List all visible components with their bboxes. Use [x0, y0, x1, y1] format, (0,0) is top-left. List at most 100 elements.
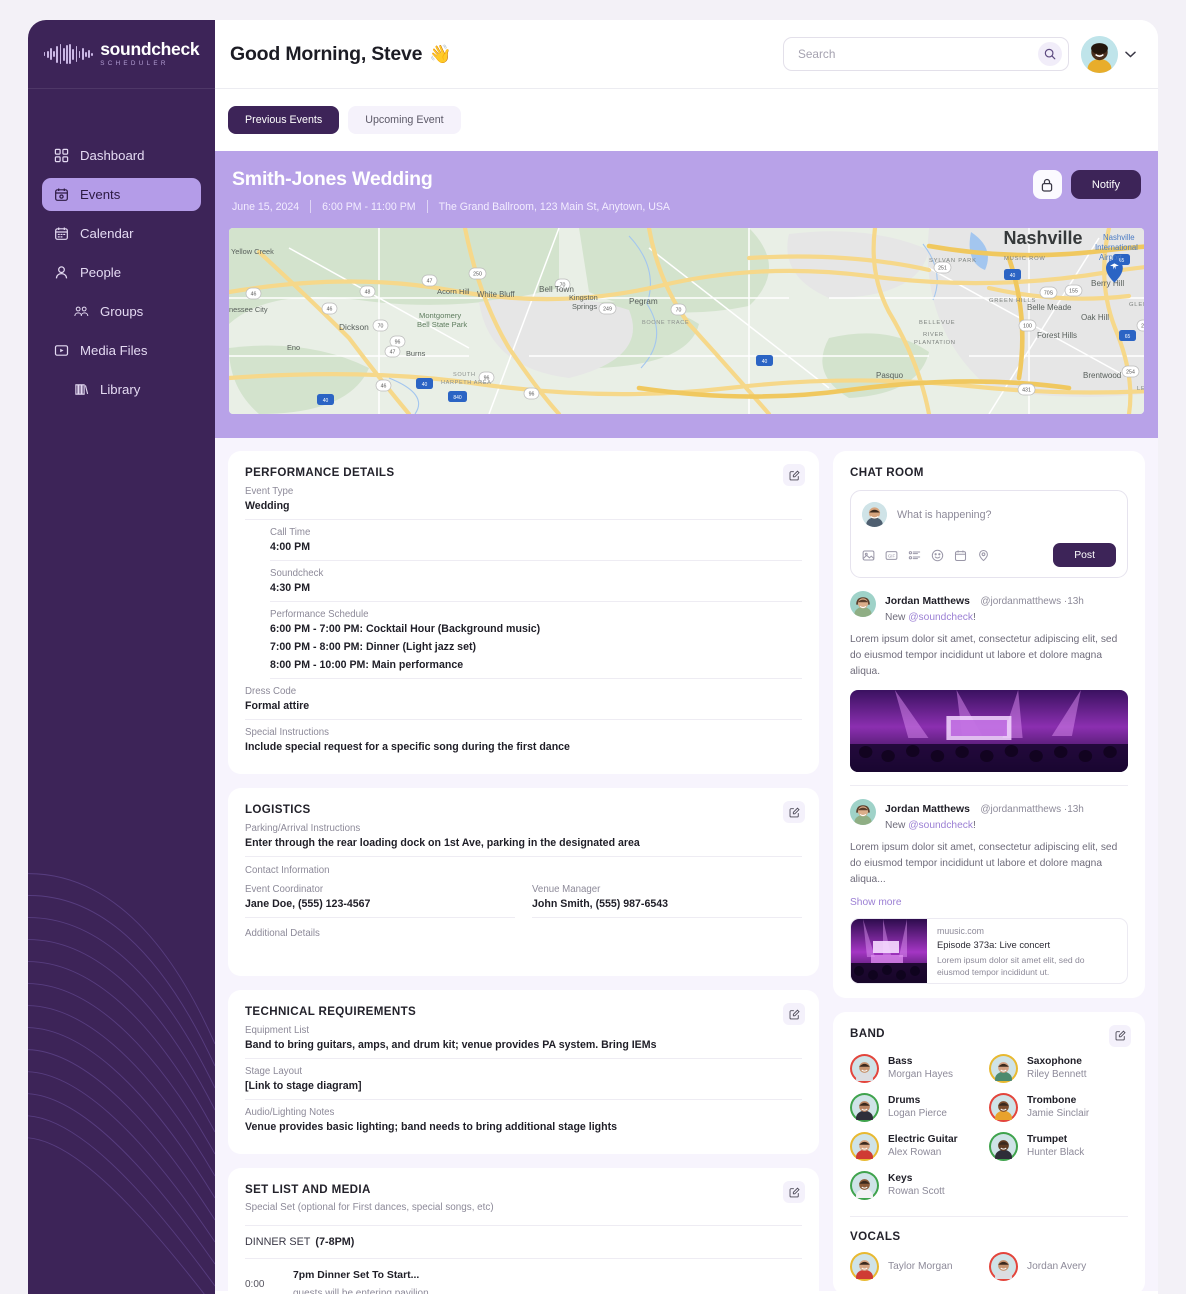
edit-logistics-button[interactable] — [783, 801, 805, 823]
svg-text:MUSIC ROW: MUSIC ROW — [1004, 256, 1046, 262]
search-input[interactable] — [798, 47, 1038, 61]
svg-text:254: 254 — [1126, 370, 1135, 376]
band-member[interactable]: Trumpet Hunter Black — [989, 1127, 1128, 1166]
emoji-icon[interactable] — [931, 549, 944, 562]
svg-text:PLANTATION: PLANTATION — [914, 340, 956, 346]
brand-logo[interactable]: soundcheck SCHEDULER — [28, 20, 215, 89]
avatar[interactable] — [850, 1251, 879, 1285]
band-card: BAND Bass Morgan Hayes Saxophone Riley Benn… — [833, 1011, 1145, 1294]
svg-text:Dickson: Dickson — [339, 322, 369, 332]
edit-setlist-button[interactable] — [783, 1181, 805, 1203]
field-value[interactable]: [Link to stage diagram] — [245, 1080, 802, 1092]
link-preview-card[interactable]: muusic.com Episode 373a: Live concert Lo… — [850, 917, 1128, 984]
sidebar-item-library[interactable]: Library — [42, 373, 201, 406]
sidebar-item-groups[interactable]: Groups — [42, 295, 201, 328]
chat-composer[interactable]: What is happening? GIF Post — [850, 490, 1128, 578]
avatar[interactable] — [850, 1053, 879, 1087]
event-title: Smith-Jones Wedding — [232, 168, 433, 190]
setlist-group-time: (7-8PM) — [315, 1236, 355, 1248]
svg-text:LENOX VILLAGE: LENOX VILLAGE — [1137, 386, 1144, 392]
svg-text:White Bluff: White Bluff — [477, 290, 515, 299]
edit-icon — [789, 1187, 800, 1197]
poll-icon[interactable] — [908, 549, 921, 562]
schedule-line: 6:00 PM - 7:00 PM: Cocktail Hour (Backgr… — [270, 623, 541, 635]
edit-performance-details-button[interactable] — [783, 464, 805, 486]
sidebar-item-events[interactable]: Events — [42, 178, 201, 211]
post-author: Jordan Matthews — [885, 596, 970, 607]
avatar[interactable] — [989, 1131, 1018, 1165]
user-menu[interactable] — [1081, 35, 1136, 73]
setlist-group-header: DINNER SET (7-8PM) — [245, 1226, 802, 1259]
band-member[interactable]: Drums Logan Pierce — [850, 1088, 989, 1127]
waving-hand-icon: 👋 — [429, 43, 452, 64]
event-map[interactable]: 46 48 47 250 46 70 96 47 46 70 249 70 96… — [229, 228, 1144, 414]
search-box[interactable] — [783, 37, 1069, 71]
chat-room-card: CHAT ROOM What is happening? GIF Post Jo… — [833, 451, 1145, 998]
lock-button[interactable] — [1032, 170, 1062, 199]
content-grid: PERFORMANCE DETAILS Event Type Wedding C… — [215, 438, 1158, 1294]
tab-upcoming-event[interactable]: Upcoming Event — [348, 106, 461, 134]
svg-text:SYLVAN PARK: SYLVAN PARK — [929, 258, 977, 264]
avatar[interactable] — [850, 1170, 879, 1204]
svg-text:HARPETH AREA: HARPETH AREA — [441, 380, 491, 386]
setlist-row[interactable]: 0:00 7pm Dinner Set To Start... guests w… — [245, 1259, 802, 1294]
post-button[interactable]: Post — [1053, 543, 1116, 567]
edit-icon — [789, 1009, 800, 1019]
band-member[interactable]: Trombone Jamie Sinclair — [989, 1088, 1128, 1127]
sidebar-item-media-files[interactable]: Media Files — [42, 334, 201, 367]
gif-icon[interactable]: GIF — [885, 549, 898, 562]
avatar[interactable] — [989, 1092, 1018, 1126]
setlist-group-name: DINNER SET — [245, 1236, 311, 1248]
location-icon[interactable] — [977, 549, 990, 562]
search-icon[interactable] — [1038, 42, 1062, 66]
band-member[interactable]: Bass Morgan Hayes — [850, 1049, 989, 1088]
left-column: PERFORMANCE DETAILS Event Type Wedding C… — [228, 451, 819, 1294]
calendar-icon[interactable] — [954, 549, 967, 562]
sidebar-item-label: Calendar — [80, 226, 134, 241]
svg-text:BELLEVUE: BELLEVUE — [919, 320, 955, 326]
mention-link[interactable]: @soundcheck — [908, 820, 973, 831]
band-member[interactable]: Keys Rowan Scott — [850, 1166, 989, 1205]
edit-band-button[interactable] — [1109, 1024, 1131, 1047]
avatar[interactable] — [850, 1092, 879, 1126]
vocals-list: Taylor Morgan Jordan Avery — [850, 1251, 1128, 1285]
chat-post: Jordan Matthews @jordanmatthews ·13h New… — [850, 785, 1128, 984]
avatar[interactable] — [850, 1131, 879, 1165]
avatar[interactable] — [1081, 35, 1118, 73]
card-title: PERFORMANCE DETAILS — [245, 466, 395, 479]
tab-previous-events[interactable]: Previous Events — [228, 106, 340, 134]
field-parking: Parking/Arrival Instructions Enter throu… — [245, 816, 802, 857]
performance-details-card: PERFORMANCE DETAILS Event Type Wedding C… — [228, 451, 819, 774]
vocalist[interactable]: Taylor Morgan — [850, 1251, 989, 1285]
band-member[interactable]: Saxophone Riley Bennett — [989, 1049, 1128, 1088]
svg-text:GIF: GIF — [888, 553, 896, 558]
set-list-and-media-card: SET LIST AND MEDIA Special Set (optional… — [228, 1168, 819, 1294]
notify-button[interactable]: Notify — [1070, 170, 1141, 199]
vocalist[interactable]: Jordan Avery — [989, 1251, 1128, 1285]
event-venue: The Grand Ballroom, 123 Main St, Anytown… — [438, 200, 671, 213]
band-member[interactable]: Electric Guitar Alex Rowan — [850, 1127, 989, 1166]
avatar[interactable] — [989, 1251, 1018, 1285]
avatar[interactable] — [850, 591, 876, 617]
svg-text:840: 840 — [453, 395, 462, 401]
field-label: Special Instructions — [245, 727, 329, 738]
chevron-down-icon[interactable] — [1125, 51, 1136, 58]
avatar[interactable] — [989, 1053, 1018, 1087]
card-title: BAND — [850, 1026, 885, 1040]
chat-input-placeholder[interactable]: What is happening? — [897, 509, 991, 521]
band-member-name: Hunter Black — [1027, 1147, 1085, 1159]
mention-link[interactable]: @soundcheck — [908, 612, 973, 623]
edit-technical-button[interactable] — [783, 1003, 805, 1025]
svg-text:Pasquo: Pasquo — [876, 371, 904, 380]
show-more-link[interactable]: Show more — [850, 897, 1128, 908]
image-icon[interactable] — [862, 549, 875, 562]
svg-text:Bell State Park: Bell State Park — [417, 320, 467, 329]
post-image[interactable] — [850, 690, 1128, 773]
sidebar-item-calendar[interactable]: Calendar — [42, 217, 201, 250]
sidebar-item-people[interactable]: People — [42, 256, 201, 289]
sidebar-item-dashboard[interactable]: Dashboard — [42, 139, 201, 172]
field-value: 4:00 PM — [270, 541, 311, 553]
avatar[interactable] — [850, 799, 876, 826]
card-title: SET LIST AND MEDIA — [245, 1183, 371, 1196]
svg-text:Yellow Creek: Yellow Creek — [231, 247, 274, 256]
